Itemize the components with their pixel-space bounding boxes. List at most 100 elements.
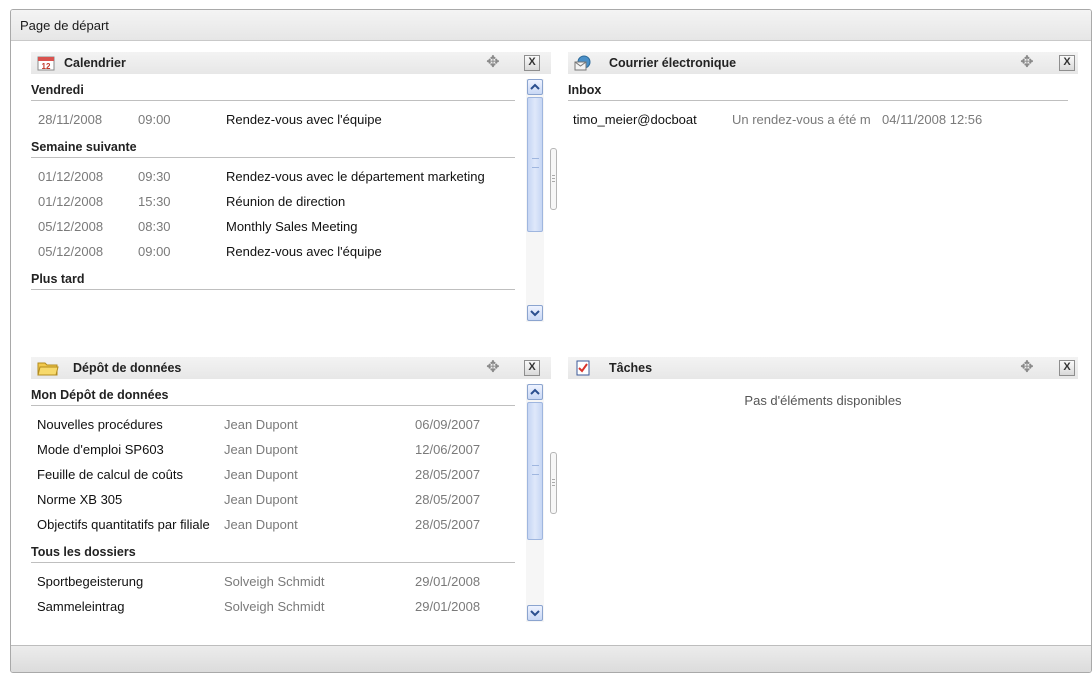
calendar-row[interactable]: 28/11/2008 09:00 Rendez-vous avec l'équipe — [31, 107, 515, 132]
document-name: Objectifs quantitatifs par filiale — [37, 517, 210, 532]
event-time: 09:00 — [138, 244, 171, 259]
tasks-title: Tâches — [609, 361, 653, 375]
calendar-icon: 12 — [37, 55, 55, 71]
datastore-list: Mon Dépôt de données Nouvelles procédures… — [31, 381, 517, 621]
task-checklist-icon — [574, 360, 592, 376]
column-splitter[interactable] — [550, 452, 557, 514]
document-date: 29/01/2008 — [415, 574, 481, 589]
tasks-close-button[interactable]: X — [1059, 360, 1075, 376]
datastore-portlet: Dépôt de données ✥ X Mon Dépôt de donnée… — [31, 357, 551, 622]
event-time: 08:30 — [138, 219, 171, 234]
document-date: 28/05/2007 — [415, 467, 481, 482]
scroll-thumb[interactable] — [527, 402, 543, 540]
event-subject: Rendez-vous avec l'équipe — [226, 112, 382, 127]
mail-date: 04/11/2008 12:56 — [882, 112, 983, 127]
calendar-list: Vendredi 28/11/2008 09:00 Rendez-vous avec … — [31, 76, 517, 318]
event-time: 15:30 — [138, 194, 171, 209]
datastore-row[interactable]: Norme XB 305 Jean Dupont 28/05/2007 — [31, 487, 515, 512]
document-author: Jean Dupont — [224, 492, 298, 507]
document-name: Sammeleintrag — [37, 599, 125, 614]
event-date: 28/11/2008 — [38, 112, 103, 127]
datastore-row[interactable]: Sportbegeisterung Solveigh Schmidt 29/01/2… — [31, 569, 515, 594]
calendar-group-header: Plus tard — [31, 269, 515, 290]
document-date: 28/05/2007 — [415, 517, 481, 532]
event-date: 05/12/2008 — [38, 244, 104, 259]
datastore-row[interactable]: Objectifs quantitatifs par filiale Jean D… — [31, 512, 515, 537]
mail-title: Courrier électronique — [609, 56, 737, 70]
page-title: Page de départ — [20, 18, 109, 33]
document-name: Feuille de calcul de coûts — [37, 467, 183, 482]
page-header: Page de départ — [11, 10, 1091, 41]
mail-row[interactable]: timo_meier@docboat Un rendez-vous a été m… — [568, 107, 1068, 132]
calendar-portlet-header[interactable]: 12 Calendrier ✥ X — [31, 52, 551, 74]
scroll-up-arrow-icon[interactable] — [527, 79, 543, 95]
tasks-empty-message: Pas d'éléments disponibles — [744, 393, 902, 408]
mail-folder-label: Inbox — [568, 83, 602, 97]
column-splitter[interactable] — [550, 148, 557, 210]
event-subject: Monthly Sales Meeting — [226, 219, 358, 234]
datastore-row[interactable]: Sammeleintrag Solveigh Schmidt 29/01/2008 — [31, 594, 515, 619]
group-label: Semaine suivante — [31, 140, 137, 154]
datastore-close-button[interactable]: X — [524, 360, 540, 376]
scroll-grip — [532, 158, 539, 168]
mail-list: Inbox timo_meier@docboat Un rendez-vous a … — [568, 76, 1078, 156]
calendar-scrollbar[interactable] — [526, 79, 544, 322]
datastore-group-header: Tous les dossiers — [31, 542, 515, 563]
datastore-title: Dépôt de données — [73, 361, 182, 375]
calendar-close-button[interactable]: X — [524, 55, 540, 71]
event-subject: Réunion de direction — [226, 194, 346, 209]
calendar-portlet: 12 Calendrier ✥ X Vendredi 28/11/2008 09:0… — [31, 52, 551, 322]
calendar-group-header: Vendredi — [31, 80, 515, 101]
event-date: 01/12/2008 — [38, 194, 104, 209]
calendar-group-header: Semaine suivante — [31, 137, 515, 158]
scroll-down-arrow-icon[interactable] — [527, 605, 543, 621]
calendar-row[interactable]: 01/12/2008 15:30 Réunion de direction — [31, 189, 515, 214]
document-author: Jean Dupont — [224, 517, 298, 532]
calendar-row[interactable]: 05/12/2008 09:00 Rendez-vous avec l'équipe — [31, 239, 515, 264]
event-date: 05/12/2008 — [38, 219, 104, 234]
move-icon[interactable]: ✥ — [484, 54, 502, 72]
calendar-title: Calendrier — [64, 56, 126, 70]
datastore-row[interactable]: Nouvelles procédures Jean Dupont 06/09/200… — [31, 412, 515, 437]
mail-icon — [574, 55, 592, 71]
event-time: 09:30 — [138, 169, 171, 184]
mail-subject: Un rendez-vous a été m — [732, 112, 871, 127]
document-date: 29/01/2008 — [415, 599, 481, 614]
mail-close-button[interactable]: X — [1059, 55, 1075, 71]
event-time: 09:00 — [138, 112, 171, 127]
document-name: Mode d'emploi SP603 — [37, 442, 164, 457]
start-page: Page de départ 12 Calendrier ✥ X Vendred… — [10, 9, 1092, 673]
calendar-row[interactable]: 01/12/2008 09:30 Rendez-vous avec le dépar… — [31, 164, 515, 189]
mail-folder-header: Inbox — [568, 80, 1068, 101]
document-author: Jean Dupont — [224, 467, 298, 482]
datastore-scrollbar[interactable] — [526, 384, 544, 622]
mail-portlet-header[interactable]: Courrier électronique ✥ X — [568, 52, 1078, 74]
group-label: Mon Dépôt de données — [31, 388, 169, 402]
scroll-down-arrow-icon[interactable] — [527, 305, 543, 321]
document-name: Sportbegeisterung — [37, 574, 144, 589]
document-date: 12/06/2007 — [415, 442, 481, 457]
page-footer — [11, 645, 1091, 672]
datastore-group-header: Mon Dépôt de données — [31, 385, 515, 406]
document-date: 06/09/2007 — [415, 417, 481, 432]
datastore-row[interactable]: Feuille de calcul de coûts Jean Dupont 28/… — [31, 462, 515, 487]
datastore-row[interactable]: Mode d'emploi SP603 Jean Dupont 12/06/2007 — [31, 437, 515, 462]
mail-sender: timo_meier@docboat — [573, 112, 697, 127]
tasks-portlet: Tâches ✥ X Pas d'éléments disponibles — [568, 357, 1078, 457]
calendar-row[interactable]: 05/12/2008 08:30 Monthly Sales Meeting — [31, 214, 515, 239]
move-icon[interactable]: ✥ — [484, 359, 502, 377]
document-name: Norme XB 305 — [37, 492, 123, 507]
scroll-grip — [532, 465, 539, 475]
document-author: Jean Dupont — [224, 442, 298, 457]
datastore-portlet-header[interactable]: Dépôt de données ✥ X — [31, 357, 551, 379]
move-icon[interactable]: ✥ — [1018, 359, 1036, 377]
document-name: Nouvelles procédures — [37, 417, 163, 432]
move-icon[interactable]: ✥ — [1018, 54, 1036, 72]
folder-icon — [37, 360, 59, 376]
tasks-portlet-header[interactable]: Tâches ✥ X — [568, 357, 1078, 379]
scroll-up-arrow-icon[interactable] — [527, 384, 543, 400]
group-label: Vendredi — [31, 83, 84, 97]
scroll-thumb[interactable] — [527, 97, 543, 232]
group-label: Plus tard — [31, 272, 85, 286]
document-author: Solveigh Schmidt — [224, 574, 325, 589]
